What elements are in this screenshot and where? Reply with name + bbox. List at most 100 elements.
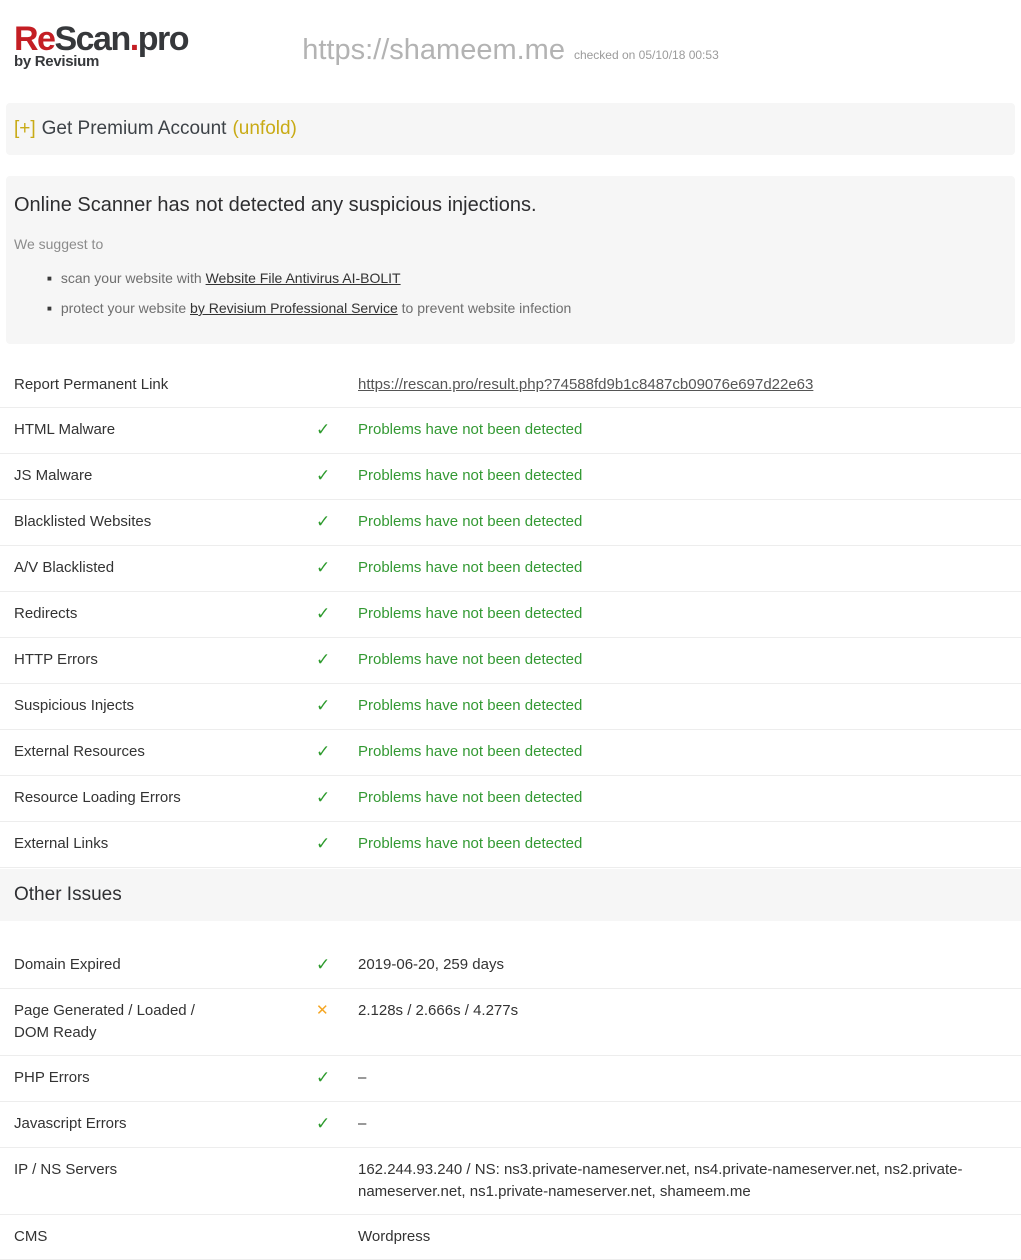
suggestion-item: ■ protect your website by Revisium Profes… [47, 298, 1001, 319]
other-issue-row: IP / NS Servers 162.244.93.240 / NS: ns3.… [0, 1148, 1021, 1215]
icon-cell: ✓ [316, 649, 358, 672]
check-row: JS Malware✓ Problems have not been detect… [0, 454, 1021, 500]
check-icon: ✓ [316, 788, 330, 807]
scan-summary-box: Online Scanner has not detected any susp… [6, 176, 1015, 344]
check-icon: ✓ [316, 1068, 330, 1087]
check-row: External Links✓ Problems have not been de… [0, 822, 1021, 868]
scan-results-table: Report Permanent Link https://rescan.pro… [0, 363, 1021, 868]
bullet-icon: ■ [47, 274, 52, 283]
issue-label: PHP Errors [14, 1067, 316, 1089]
icon-cell: ✓ [316, 1067, 358, 1090]
premium-account-toggle[interactable]: [+] Get Premium Account (unfold) [6, 103, 1015, 155]
check-status: Problems have not been detected [358, 419, 1007, 441]
check-row: HTTP Errors✓ Problems have not been detec… [0, 638, 1021, 684]
header: ReScan.pro by Revisium https://shameem.m… [0, 0, 1021, 103]
other-issue-row: Javascript Errors✓ – [0, 1102, 1021, 1148]
check-status: Problems have not been detected [358, 649, 1007, 671]
suggestion-link[interactable]: Website File Antivirus AI-BOLIT [206, 270, 401, 286]
check-icon: ✓ [316, 1114, 330, 1133]
check-icon: ✓ [316, 466, 330, 485]
checked-timestamp: checked on 05/10/18 00:53 [574, 48, 719, 62]
check-icon: ✓ [316, 834, 330, 853]
check-status: Problems have not been detected [358, 787, 1007, 809]
rescan-report-page: ReScan.pro by Revisium https://shameem.m… [0, 0, 1021, 1260]
check-label: A/V Blacklisted [14, 557, 316, 579]
bullet-icon: ■ [47, 304, 52, 313]
suggestion-text-pre: protect your website [61, 300, 186, 316]
check-icon: ✓ [316, 650, 330, 669]
icon-cell: ✓ [316, 954, 358, 977]
check-row: Redirects✓ Problems have not been detecte… [0, 592, 1021, 638]
check-icon: ✓ [316, 604, 330, 623]
check-icon: ✓ [316, 420, 330, 439]
unfold-plus-icon: [+] [14, 118, 36, 140]
check-row: Suspicious Injects✓Problems have not bee… [0, 684, 1021, 730]
check-label: External Resources [14, 741, 316, 763]
check-label: Redirects [14, 603, 316, 625]
check-label: External Links [14, 833, 316, 855]
icon-cell: ✓ [316, 741, 358, 764]
report-link-row: Report Permanent Link https://rescan.pro… [0, 363, 1021, 408]
report-permanent-link[interactable]: https://rescan.pro/result.php?74588fd9b1… [358, 376, 813, 393]
check-row: External Resources✓ Problems have not bee… [0, 730, 1021, 776]
check-label: HTML Malware [14, 419, 316, 441]
suggestion-text-post: to prevent website infection [402, 300, 572, 316]
check-label: JS Malware [14, 465, 316, 487]
check-status: Problems have not been detected [358, 465, 1007, 487]
check-icon: ✓ [316, 955, 330, 974]
other-issues-header: Other Issues [0, 869, 1021, 921]
check-icon: ✓ [316, 558, 330, 577]
premium-bar-label: Get Premium Account [42, 118, 227, 140]
issue-value: – [358, 1067, 1007, 1089]
check-status: Problems have not been detected [358, 741, 1007, 763]
icon-cell: ✓ [316, 419, 358, 442]
issue-label: Javascript Errors [14, 1113, 316, 1135]
suggestion-list: ■ scan your website with Website File Ant… [14, 268, 1001, 319]
check-label: Resource Loading Errors [14, 787, 316, 809]
check-label: Blacklisted Websites [14, 511, 316, 533]
report-link-label: Report Permanent Link [14, 374, 316, 396]
check-label: HTTP Errors [14, 649, 316, 671]
issue-label: Page Generated / Loaded / DOM Ready [14, 1000, 316, 1044]
icon-cell: ✕ [316, 1000, 358, 1022]
suggestion-link[interactable]: by Revisium Professional Service [190, 300, 398, 316]
issue-label: Domain Expired [14, 954, 316, 976]
issue-value: 2.128s / 2.666s / 4.277s [358, 1000, 1007, 1022]
check-status: Problems have not been detected [358, 833, 1007, 855]
other-issues-title: Other Issues [14, 884, 122, 906]
other-issue-row: Domain Expired✓2019-06-20, 259 days [0, 943, 1021, 989]
issue-label: CMS [14, 1226, 316, 1248]
icon-cell: ✓ [316, 557, 358, 580]
unfold-hint: (unfold) [232, 118, 296, 140]
icon-cell: ✓ [316, 603, 358, 626]
icon-cell: ✓ [316, 511, 358, 534]
summary-subtitle: We suggest to [14, 234, 1001, 254]
check-icon: ✓ [316, 696, 330, 715]
check-row: A/V Blacklisted✓ Problems have not been d… [0, 546, 1021, 592]
icon-cell: ✓ [316, 787, 358, 810]
issue-value: – [358, 1113, 1007, 1135]
check-row: Blacklisted Websites✓Problems have not b… [0, 500, 1021, 546]
check-status: Problems have not been detected [358, 603, 1007, 625]
check-icon: ✓ [316, 742, 330, 761]
issue-value: 162.244.93.240 / NS: ns3.private-nameser… [358, 1159, 1007, 1203]
issue-value: Wordpress [358, 1226, 1007, 1248]
check-status: Problems have not been detected [358, 511, 1007, 533]
cross-icon: ✕ [316, 1002, 329, 1019]
other-issue-row: CMS Wordpress [0, 1215, 1021, 1260]
icon-cell: ✓ [316, 833, 358, 856]
check-label: Suspicious Injects [14, 695, 316, 717]
icon-cell: ✓ [316, 465, 358, 488]
suggestion-text-pre: scan your website with [61, 270, 202, 286]
header-center: https://shameem.me checked on 05/10/18 00… [0, 34, 1021, 67]
other-issue-row: PHP Errors✓ – [0, 1056, 1021, 1102]
check-row: Resource Loading Errors✓ Problems have no… [0, 776, 1021, 822]
summary-title: Online Scanner has not detected any susp… [14, 192, 1001, 218]
issue-label: IP / NS Servers [14, 1159, 316, 1181]
scanned-url: https://shameem.me [302, 34, 565, 66]
check-status: Problems have not been detected [358, 557, 1007, 579]
other-issue-row: Page Generated / Loaded / DOM Ready✕ 2.12… [0, 989, 1021, 1056]
other-issues-table: Domain Expired✓2019-06-20, 259 daysPage … [0, 943, 1021, 1260]
icon-cell: ✓ [316, 1113, 358, 1136]
check-row: HTML Malware✓ Problems have not been dete… [0, 408, 1021, 454]
